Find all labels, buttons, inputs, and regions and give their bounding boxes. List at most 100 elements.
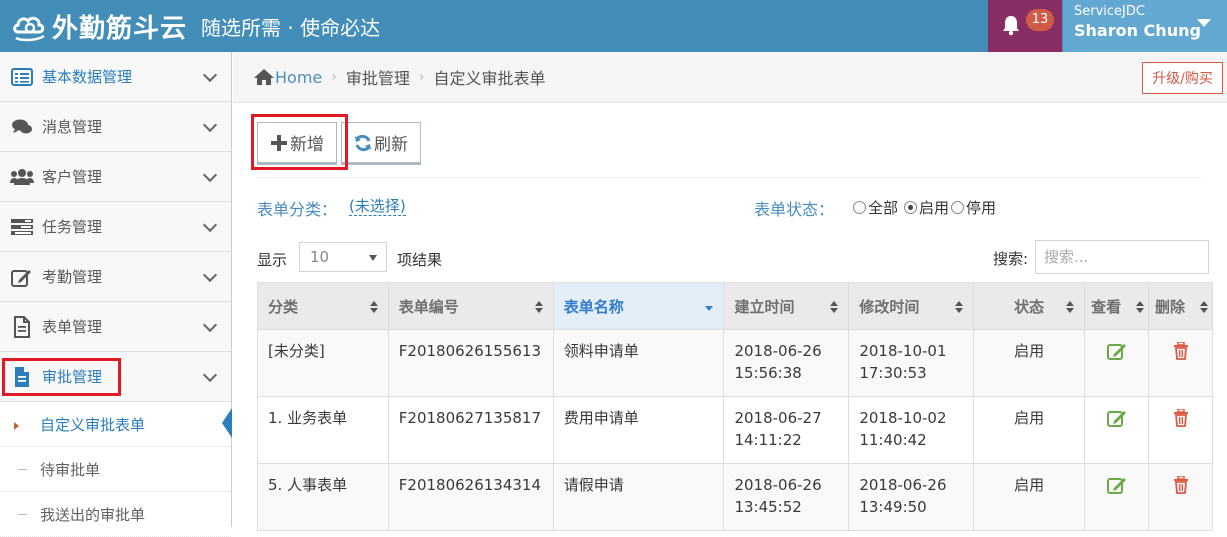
cell-code: F20180626134314 xyxy=(387,463,554,531)
page-length-suffix: 项结果 xyxy=(397,251,443,269)
brand-logo[interactable]: 外勤筋斗云 随选所需 · 使命必达 xyxy=(12,6,380,46)
user-menu[interactable]: ServiceJDC Sharon Chung xyxy=(1063,0,1227,52)
cell-modified: 2018-10-02 11:40:42 xyxy=(848,396,975,464)
home-icon xyxy=(254,69,274,85)
notification-badge: 13 xyxy=(1026,9,1054,31)
column-header-name[interactable]: 表单名称 xyxy=(552,282,725,330)
search-label: 搜索: xyxy=(993,250,1029,268)
page-length-select[interactable]: 10 xyxy=(299,242,387,272)
refresh-button[interactable]: 刷新 xyxy=(341,122,421,165)
breadcrumb-separator: › xyxy=(418,69,425,85)
sort-icon xyxy=(1136,301,1144,313)
sidebar-item-attendance[interactable]: 考勤管理 xyxy=(0,252,231,302)
trash-icon[interactable] xyxy=(1173,408,1189,427)
cell-status: 启用 xyxy=(973,329,1086,397)
cell-delete xyxy=(1148,329,1213,397)
chevron-down-icon xyxy=(202,317,218,333)
submenu-item-custom-approval-form[interactable]: 自定义审批表单 xyxy=(0,402,232,447)
approval-submenu: 自定义审批表单 待审批单 我送出的审批单 xyxy=(0,402,232,537)
sidebar-item-label: 考勤管理 xyxy=(42,268,103,286)
cell-created: 2018-06-27 14:11:22 xyxy=(723,396,850,464)
upgrade-button[interactable]: 升级/购买 xyxy=(1142,62,1223,94)
page-length-label: 显示 xyxy=(257,251,288,269)
refresh-button-label: 刷新 xyxy=(374,135,408,155)
column-header-view[interactable]: 查看 xyxy=(1084,282,1149,330)
trash-icon[interactable] xyxy=(1173,341,1189,360)
status-radio-group: 全部 启用 停用 xyxy=(847,197,996,218)
comments-icon xyxy=(10,117,34,137)
table-controls: 显示 10 项结果 搜索: 搜索... xyxy=(257,240,1212,274)
list-icon xyxy=(10,67,34,87)
submenu-item-sent-approvals[interactable]: 我送出的审批单 xyxy=(0,492,231,537)
breadcrumb-separator: › xyxy=(331,69,337,85)
cell-view xyxy=(1084,463,1149,531)
sort-icon xyxy=(955,301,964,313)
cell-status: 启用 xyxy=(973,396,1086,464)
sort-icon xyxy=(534,301,543,313)
table-row: [未分类] F20180626155613 领料申请单 2018-06-26 15… xyxy=(257,329,1213,397)
bell-icon xyxy=(1003,16,1019,36)
sidebar-item-messages[interactable]: 消息管理 xyxy=(0,102,231,152)
cell-modified: 2018-06-26 13:49:50 xyxy=(848,463,975,531)
chevron-down-icon xyxy=(202,117,218,133)
edit-view-icon[interactable] xyxy=(1106,409,1127,427)
submenu-item-label: 待审批单 xyxy=(40,460,101,479)
column-header-code[interactable]: 表单编号 xyxy=(387,282,554,330)
trash-icon[interactable] xyxy=(1173,475,1189,494)
sidebar-item-tasks[interactable]: 任务管理 xyxy=(0,202,231,252)
divider xyxy=(257,177,1202,178)
chevron-down-icon xyxy=(202,67,218,83)
column-header-category[interactable]: 分类 xyxy=(257,282,389,330)
column-header-created[interactable]: 建立时间 xyxy=(723,282,850,330)
cell-view xyxy=(1084,396,1149,464)
table-row: 5. 人事表单 F20180626134314 请假申请 2018-06-26 1… xyxy=(257,463,1213,531)
sidebar-item-label: 基本数据管理 xyxy=(42,68,133,86)
sort-desc-icon xyxy=(705,306,714,311)
breadcrumb-home-label: Home xyxy=(275,67,323,87)
sidebar-item-label: 表单管理 xyxy=(42,318,103,336)
brand-slogan: 随选所需 · 使命必达 xyxy=(201,15,381,40)
column-header-delete[interactable]: 删除 xyxy=(1148,282,1213,330)
submenu-item-label: 我送出的审批单 xyxy=(40,505,146,524)
edit-view-icon[interactable] xyxy=(1106,342,1127,360)
chevron-down-icon xyxy=(202,167,218,183)
status-option-label: 全部 xyxy=(868,199,899,217)
status-radio-all[interactable] xyxy=(853,201,866,214)
chevron-down-icon xyxy=(202,217,218,233)
sidebar-item-forms[interactable]: 表单管理 xyxy=(0,302,231,352)
breadcrumb: Home › 审批管理 › 自定义审批表单 xyxy=(233,52,1227,103)
edit-view-icon[interactable] xyxy=(1106,476,1127,494)
sidebar-item-basic-data[interactable]: 基本数据管理 xyxy=(0,52,231,102)
user-name: Sharon Chung xyxy=(1074,21,1201,40)
cell-name: 请假申请 xyxy=(552,463,725,531)
approval-forms-table: 分类 表单编号 表单名称 建立时间 修改时间 状态 查看 删除 [未分类] F2… xyxy=(257,282,1213,531)
breadcrumb-current: 自定义审批表单 xyxy=(433,69,546,88)
search-input[interactable]: 搜索... xyxy=(1035,240,1209,274)
caret-down-icon xyxy=(369,255,377,261)
status-radio-disabled[interactable] xyxy=(951,201,965,214)
sort-icon xyxy=(1200,301,1208,313)
table-header-row: 分类 表单编号 表单名称 建立时间 修改时间 状态 查看 删除 xyxy=(257,282,1213,330)
breadcrumb-level1[interactable]: 审批管理 xyxy=(346,65,410,89)
column-header-status[interactable]: 状态 xyxy=(973,282,1086,330)
cloud-logo-icon xyxy=(13,16,45,42)
sidebar-item-label: 客户管理 xyxy=(42,168,103,186)
status-option-label: 停用 xyxy=(966,199,997,217)
sort-icon xyxy=(369,301,378,313)
cell-status: 启用 xyxy=(973,463,1086,531)
submenu-item-pending-approvals[interactable]: 待审批单 xyxy=(0,447,231,492)
notifications-button[interactable]: 13 xyxy=(988,0,1062,52)
column-header-modified[interactable]: 修改时间 xyxy=(848,282,975,330)
users-icon xyxy=(10,167,34,187)
status-radio-enabled[interactable] xyxy=(904,201,918,214)
cell-category: 5. 人事表单 xyxy=(257,463,389,531)
caret-right-icon xyxy=(14,422,19,430)
sidebar-item-customers[interactable]: 客户管理 xyxy=(0,152,231,202)
main-content: Home › 审批管理 › 自定义审批表单 升级/购买 新增 刷新 表单分类： … xyxy=(233,52,1227,531)
highlight-box xyxy=(2,358,121,396)
category-filter-select[interactable]: (未选择) xyxy=(349,197,406,216)
category-filter-label: 表单分类： xyxy=(257,200,338,219)
breadcrumb-home[interactable]: Home xyxy=(253,68,322,87)
cell-created: 2018-06-26 15:56:38 xyxy=(723,329,850,397)
cell-view xyxy=(1084,329,1149,397)
